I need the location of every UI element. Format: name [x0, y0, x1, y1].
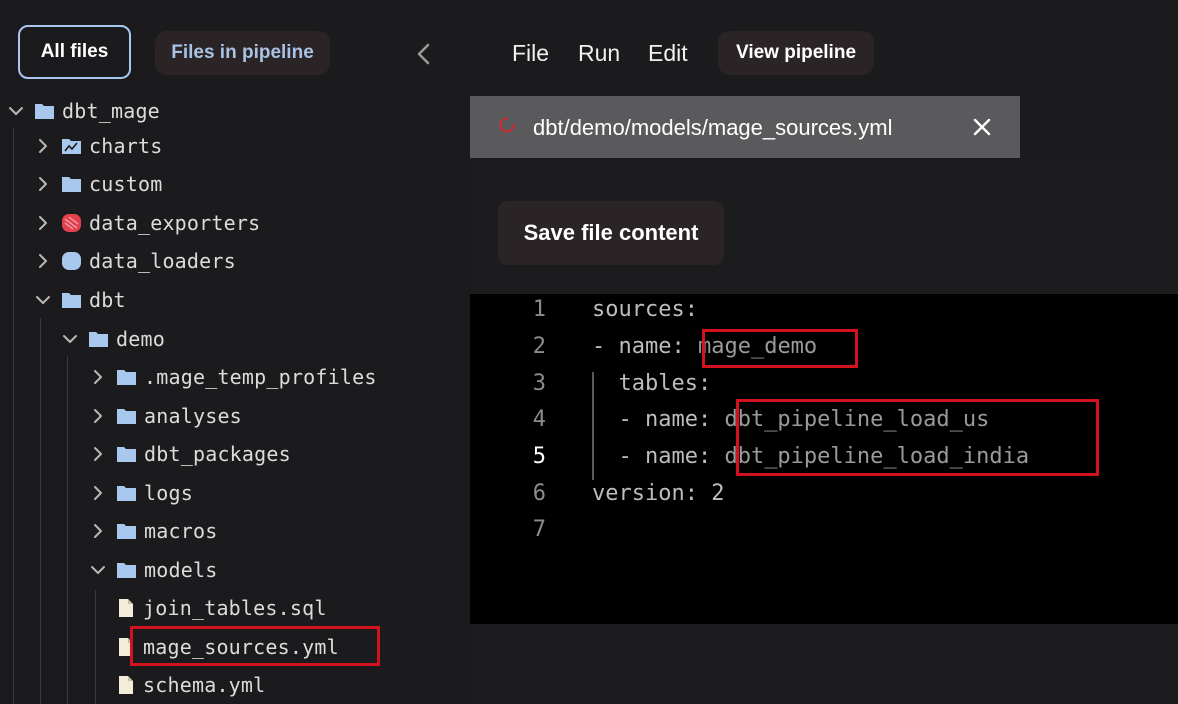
highlight-mage-demo [702, 329, 858, 368]
folder-icon [117, 524, 136, 539]
save-file-content-button[interactable]: Save file content [498, 201, 724, 265]
tree-item[interactable]: analyses [88, 400, 242, 432]
code-line: version: 2 [592, 481, 724, 506]
line-number: 2 [532, 334, 546, 359]
chevron-right-icon[interactable] [88, 367, 108, 387]
folder-icon [117, 370, 136, 385]
tree-item[interactable]: data_exporters [33, 207, 260, 239]
chevron-down-icon[interactable] [33, 290, 53, 310]
file-tab[interactable]: dbt/demo/models/mage_sources.yml [470, 96, 1020, 158]
tree-item-label: analyses [144, 404, 242, 428]
view-pipeline-button[interactable]: View pipeline [718, 31, 874, 75]
tree-item[interactable]: join_tables.sql [115, 592, 327, 624]
tree-item[interactable]: logs [88, 477, 193, 509]
tree-item[interactable]: charts [33, 130, 162, 162]
files-in-pipeline-tab[interactable]: Files in pipeline [155, 31, 330, 75]
chevron-right-icon[interactable] [33, 174, 53, 194]
chevron-right-icon[interactable] [88, 444, 108, 464]
tree-indent-guide [67, 356, 68, 704]
tree-item-label: data_loaders [89, 249, 236, 273]
folder-icon [117, 486, 136, 501]
menu-bar: File Run Edit View pipeline [470, 0, 1178, 96]
chevron-down-icon[interactable] [6, 101, 26, 121]
tree-item-label: schema.yml [143, 673, 266, 697]
menu-file[interactable]: File [512, 40, 549, 67]
chart-icon [62, 139, 81, 154]
folder-icon [62, 177, 81, 192]
code-line: sources: [592, 297, 698, 322]
code-key: sources: [592, 297, 698, 322]
folder-icon [117, 563, 136, 578]
chevron-right-icon[interactable] [33, 213, 53, 233]
tree-item-label: logs [144, 481, 193, 505]
chevron-down-icon[interactable] [88, 560, 108, 580]
tree-item-label: data_exporters [89, 211, 261, 235]
file-icon [119, 599, 133, 617]
line-number: 4 [532, 407, 546, 432]
folder-icon [89, 332, 108, 347]
file-tab-path: dbt/demo/models/mage_sources.yml [533, 115, 893, 140]
code-key: tables: [592, 371, 712, 396]
file-icon [119, 676, 133, 694]
tree-item[interactable]: data_loaders [33, 245, 236, 277]
chevron-right-icon[interactable] [33, 251, 53, 271]
folder-icon [117, 409, 136, 424]
code-key: version: 2 [592, 481, 725, 506]
indent-guide [592, 372, 594, 480]
code-key: - name: [592, 407, 725, 432]
tree-indent-guide [13, 128, 14, 704]
tree-item[interactable]: schema.yml [115, 669, 265, 701]
code-editor[interactable]: 1234567 sources: - name: mage_demo tables… [470, 294, 1178, 624]
file-browser-sidebar: All files Files in pipeline dbt_magechar… [0, 0, 470, 704]
all-files-tab[interactable]: All files [18, 25, 131, 79]
line-number: 6 [532, 481, 546, 506]
tree-item[interactable]: macros [88, 515, 217, 547]
line-number: 1 [532, 297, 546, 322]
code-line: tables: [592, 371, 711, 396]
chevron-right-icon[interactable] [88, 406, 108, 426]
chevron-down-icon[interactable] [60, 329, 80, 349]
tree-item[interactable]: dbt [33, 284, 126, 316]
tree-item-label: charts [89, 134, 163, 158]
line-number: 7 [532, 517, 546, 542]
data-loaders-icon [62, 252, 81, 270]
menu-run[interactable]: Run [578, 40, 620, 67]
tree-item-label: .mage_temp_profiles [144, 365, 377, 389]
tree-item-label: demo [116, 327, 165, 351]
tree-item-label: custom [89, 172, 163, 196]
data-exporters-icon [62, 214, 81, 232]
chevron-right-icon[interactable] [33, 136, 53, 156]
tree-item[interactable]: dbt_packages [88, 438, 291, 470]
menu-edit[interactable]: Edit [648, 40, 688, 67]
code-key: - name: [592, 444, 725, 469]
folder-icon [35, 104, 54, 119]
tree-indent-guide [40, 318, 41, 704]
tree-item-label: models [144, 558, 218, 582]
chevron-left-icon[interactable] [412, 40, 436, 68]
tree-item-label: macros [144, 519, 218, 543]
tree-indent-guide [95, 590, 96, 704]
tree-item[interactable]: models [88, 554, 217, 586]
folder-icon [62, 293, 81, 308]
folder-icon [117, 447, 136, 462]
close-icon[interactable] [971, 116, 993, 138]
tree-item-label: dbt_mage [62, 99, 160, 123]
chevron-right-icon[interactable] [88, 521, 108, 541]
line-number: 5 [532, 444, 546, 469]
tree-item-label: dbt [89, 288, 126, 312]
line-number: 3 [532, 371, 546, 396]
tree-item-label: dbt_packages [144, 442, 291, 466]
loading-spinner-icon [499, 117, 515, 133]
selected-file-highlight [130, 626, 380, 666]
tree-item[interactable]: dbt_mage [6, 95, 160, 127]
tree-item-label: join_tables.sql [143, 596, 327, 620]
tree-item[interactable]: .mage_temp_profiles [88, 361, 377, 393]
highlight-table-names [736, 399, 1099, 476]
tree-item[interactable]: custom [33, 168, 162, 200]
chevron-right-icon[interactable] [88, 483, 108, 503]
tab-bar-empty [1020, 96, 1178, 158]
tree-item[interactable]: demo [60, 323, 165, 355]
code-key: - name: [592, 334, 698, 359]
